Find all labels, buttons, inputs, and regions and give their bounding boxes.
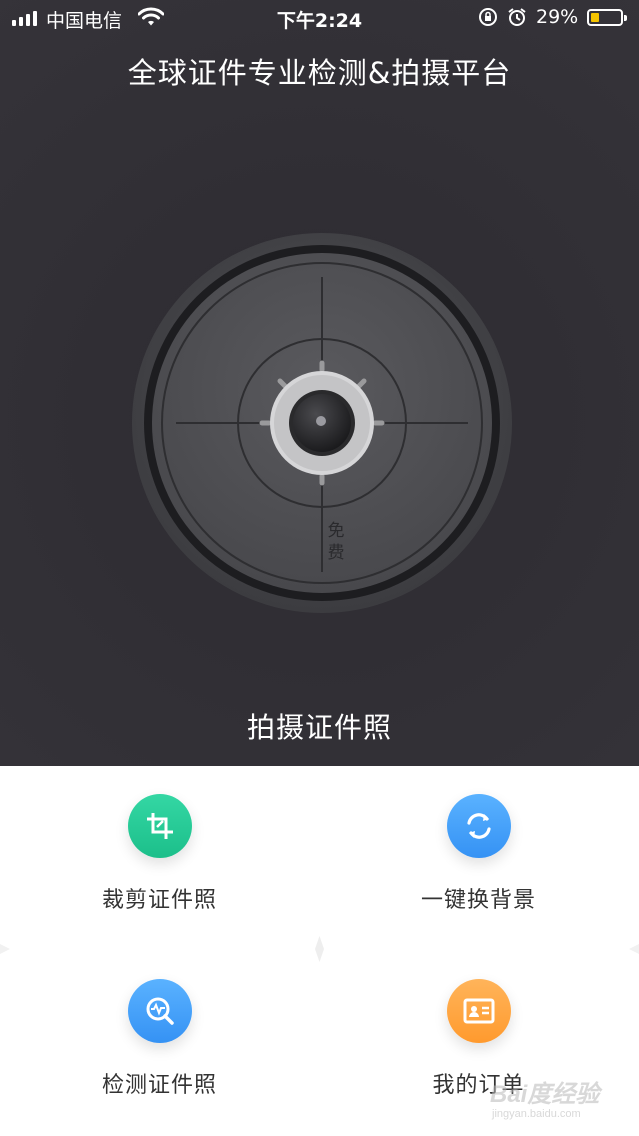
alarm-icon — [507, 7, 527, 32]
watermark-url: jingyan.baidu.com — [492, 1108, 581, 1120]
rotation-lock-icon — [478, 7, 498, 32]
watermark-text: Bai度经验 — [490, 1081, 600, 1108]
crop-icon — [128, 794, 192, 858]
detect-id-photo-button[interactable]: 检测证件照 — [0, 951, 319, 1136]
page-title: 全球证件专业检测&拍摄平台 — [127, 56, 512, 90]
battery-percent: 29% — [536, 6, 579, 28]
crop-id-photo-label: 裁剪证件照 — [101, 888, 217, 913]
shoot-id-photo-label[interactable]: 拍摄证件照 — [0, 706, 639, 746]
change-background-label: 一键换背景 — [420, 888, 536, 913]
status-bar: 中国电信 下午2:24 29% — [0, 0, 639, 36]
watermark: Bai度经验 jingyan.baidu.com — [490, 1070, 630, 1130]
top-panel: 中国电信 下午2:24 29% 全球证件专业检测&拍摄平台 免 费 拍摄证件照 — [0, 0, 639, 766]
change-background-button[interactable]: 一键换背景 — [319, 766, 638, 951]
refresh-icon — [447, 794, 511, 858]
id-card-icon — [447, 979, 511, 1043]
free-badge: 免 费 — [327, 521, 345, 563]
crop-id-photo-button[interactable]: 裁剪证件照 — [0, 766, 319, 951]
detect-id-photo-label: 检测证件照 — [101, 1073, 217, 1098]
battery-icon — [587, 9, 627, 26]
battery-fill — [591, 13, 599, 22]
scan-detect-icon — [128, 979, 192, 1043]
